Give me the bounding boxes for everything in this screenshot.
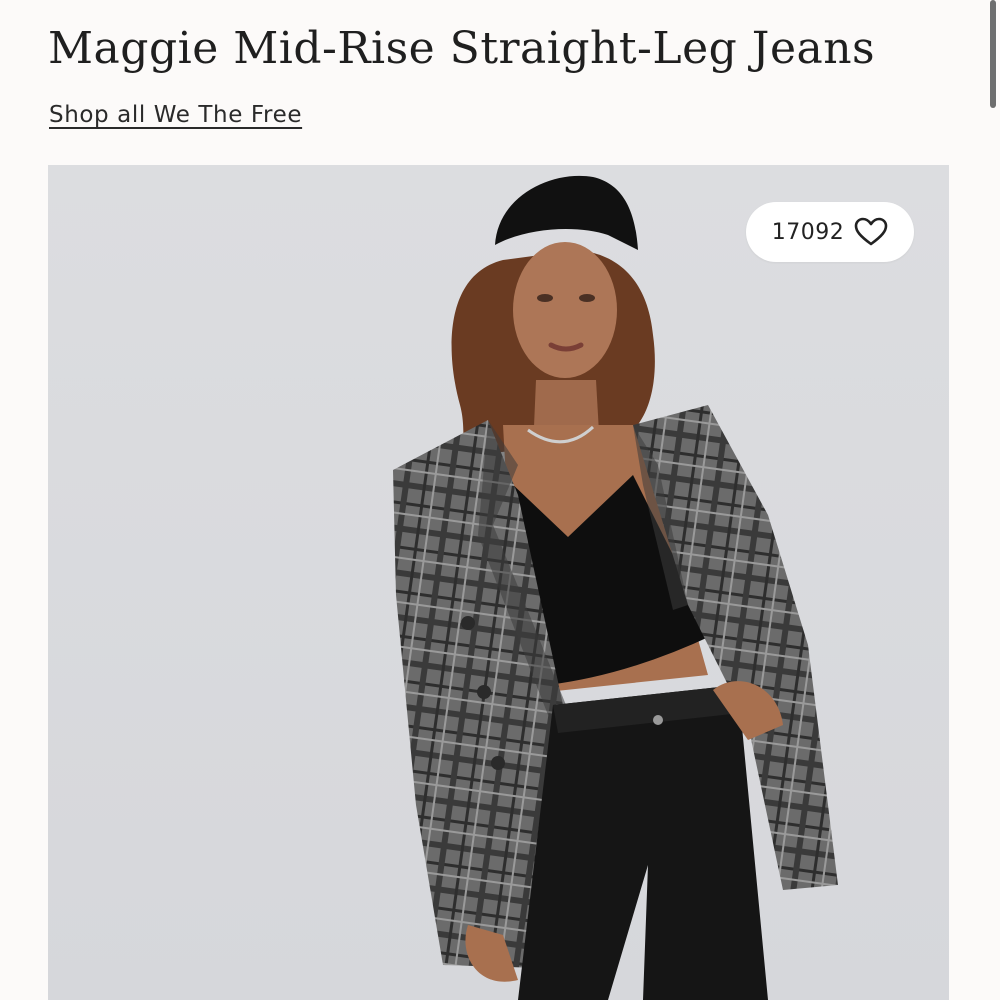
scrollbar-thumb[interactable] bbox=[990, 0, 996, 108]
shop-brand-link[interactable]: Shop all We The Free bbox=[49, 102, 302, 128]
product-image[interactable] bbox=[48, 165, 949, 1000]
model-photo bbox=[48, 165, 949, 1000]
product-title: Maggie Mid-Rise Straight-Leg Jeans bbox=[48, 23, 876, 74]
favorites-count: 17092 bbox=[771, 219, 845, 245]
favorite-button[interactable]: 17092 bbox=[746, 202, 914, 262]
page-scrollbar[interactable] bbox=[986, 0, 1000, 120]
heart-icon bbox=[854, 217, 888, 246]
